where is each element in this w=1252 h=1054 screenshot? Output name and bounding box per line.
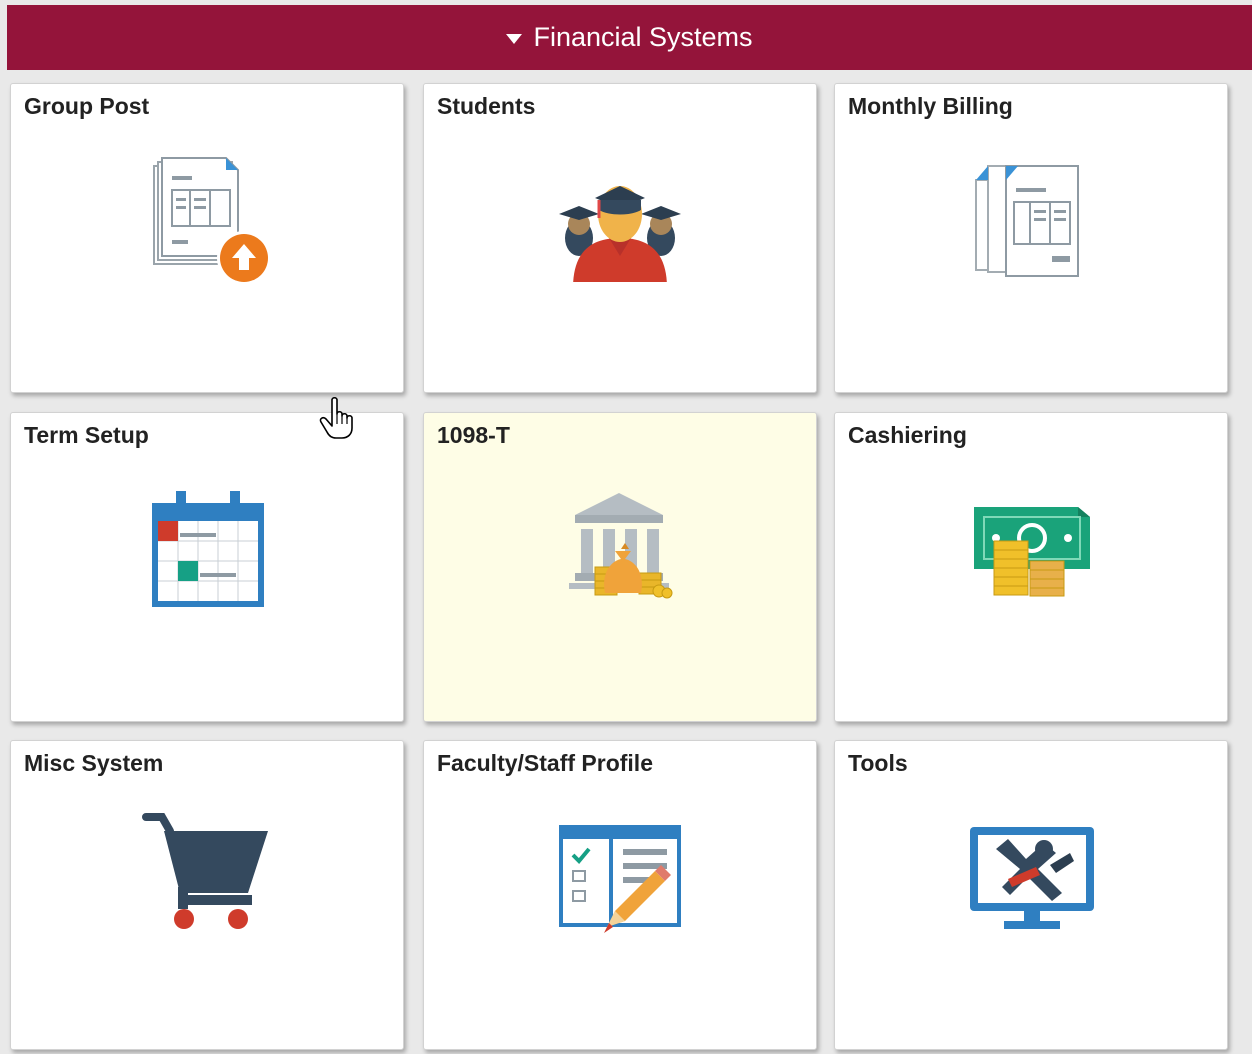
tile-monthly-billing[interactable]: Monthly Billing — [834, 83, 1228, 393]
tile-title: Tools — [848, 750, 908, 776]
document-upload-icon — [153, 157, 271, 282]
tile-title: Misc System — [24, 750, 164, 776]
financial-systems-header[interactable]: Financial Systems — [7, 5, 1252, 70]
bank-money-icon — [569, 493, 673, 599]
tile-title: 1098-T — [437, 422, 510, 448]
cash-coins-icon — [974, 507, 1090, 597]
billing-documents-icon — [975, 165, 1079, 277]
tile-term-setup[interactable]: Term Setup — [10, 412, 404, 722]
calendar-icon — [152, 491, 264, 607]
tile-students[interactable]: Students — [423, 83, 817, 393]
caret-down-icon — [506, 34, 523, 44]
tile-group-post[interactable]: Group Post — [10, 83, 404, 393]
tile-cashiering[interactable]: Cashiering — [834, 412, 1228, 722]
graduates-icon — [559, 186, 681, 282]
tile-misc-system[interactable]: Misc System — [10, 740, 404, 1050]
tile-1098-t[interactable]: 1098-T — [423, 412, 817, 722]
checklist-pencil-icon — [559, 825, 681, 933]
tile-title: Cashiering — [848, 422, 967, 448]
tile-title: Students — [437, 93, 536, 119]
shopping-cart-icon — [142, 813, 268, 929]
tile-title: Term Setup — [24, 422, 149, 448]
tile-title: Faculty/Staff Profile — [437, 750, 653, 776]
monitor-tools-icon — [970, 827, 1094, 929]
tile-title: Monthly Billing — [848, 93, 1013, 119]
tile-tools[interactable]: Tools — [834, 740, 1228, 1050]
tile-title: Group Post — [24, 93, 150, 119]
header-title: Financial Systems — [533, 22, 753, 52]
tile-faculty-staff-profile[interactable]: Faculty/Staff Profile — [423, 740, 817, 1050]
